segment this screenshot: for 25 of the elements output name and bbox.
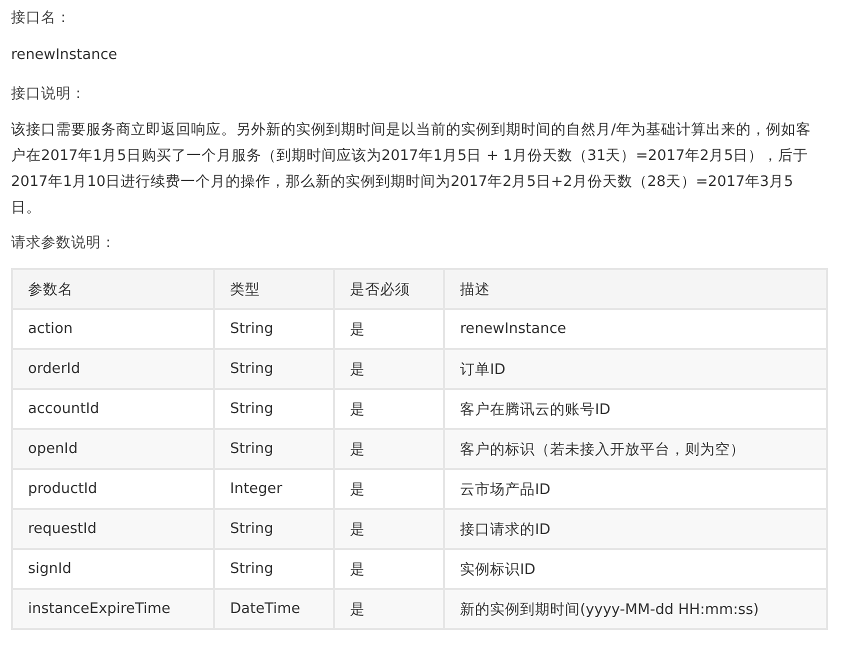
- column-header: 参数名: [12, 269, 214, 309]
- table-cell: requestId: [12, 509, 214, 549]
- table-cell: 是: [334, 349, 444, 389]
- table-cell: DateTime: [214, 589, 334, 629]
- table-cell: orderId: [12, 349, 214, 389]
- table-cell: openId: [12, 429, 214, 469]
- table-cell: 客户的标识（若未接入开放平台，则为空）: [444, 429, 827, 469]
- table-cell: 订单ID: [444, 349, 827, 389]
- table-cell: String: [214, 349, 334, 389]
- table-cell: 新的实例到期时间(yyyy-MM-dd HH:mm:ss): [444, 589, 827, 629]
- table-cell: 是: [334, 429, 444, 469]
- interface-name: renewInstance: [11, 46, 118, 65]
- description-paragraph: 该接口需要服务商立即返回响应。另外新的实例到期时间是以当前的实例到期时间的自然月/年为基础计算出来的，例如客户在2017年1月5日购买了一个月服务（到期时间应该为2017年1月5日 + 1月份天数（31天）=2017年2月5日），后于2017年1月10日进行续费一个月的操作，那么新的实例到期时间为2017年2月5日+2月份天数（28天）=2017年3月5日。: [11, 120, 811, 218]
- section-label: 接口名：: [11, 9, 72, 28]
- table-cell: 是: [334, 509, 444, 549]
- table-cell: String: [214, 509, 334, 549]
- table-cell: 接口请求的ID: [444, 509, 827, 549]
- table-cell: 是: [334, 589, 444, 629]
- column-header: 是否必须: [334, 269, 444, 309]
- table-cell: String: [214, 429, 334, 469]
- column-header: 描述: [444, 269, 827, 309]
- table-cell: instanceExpireTime: [12, 589, 214, 629]
- column-header: 类型: [214, 269, 334, 309]
- section-label: 请求参数说明：: [11, 234, 117, 253]
- section-label: 接口说明：: [11, 85, 87, 104]
